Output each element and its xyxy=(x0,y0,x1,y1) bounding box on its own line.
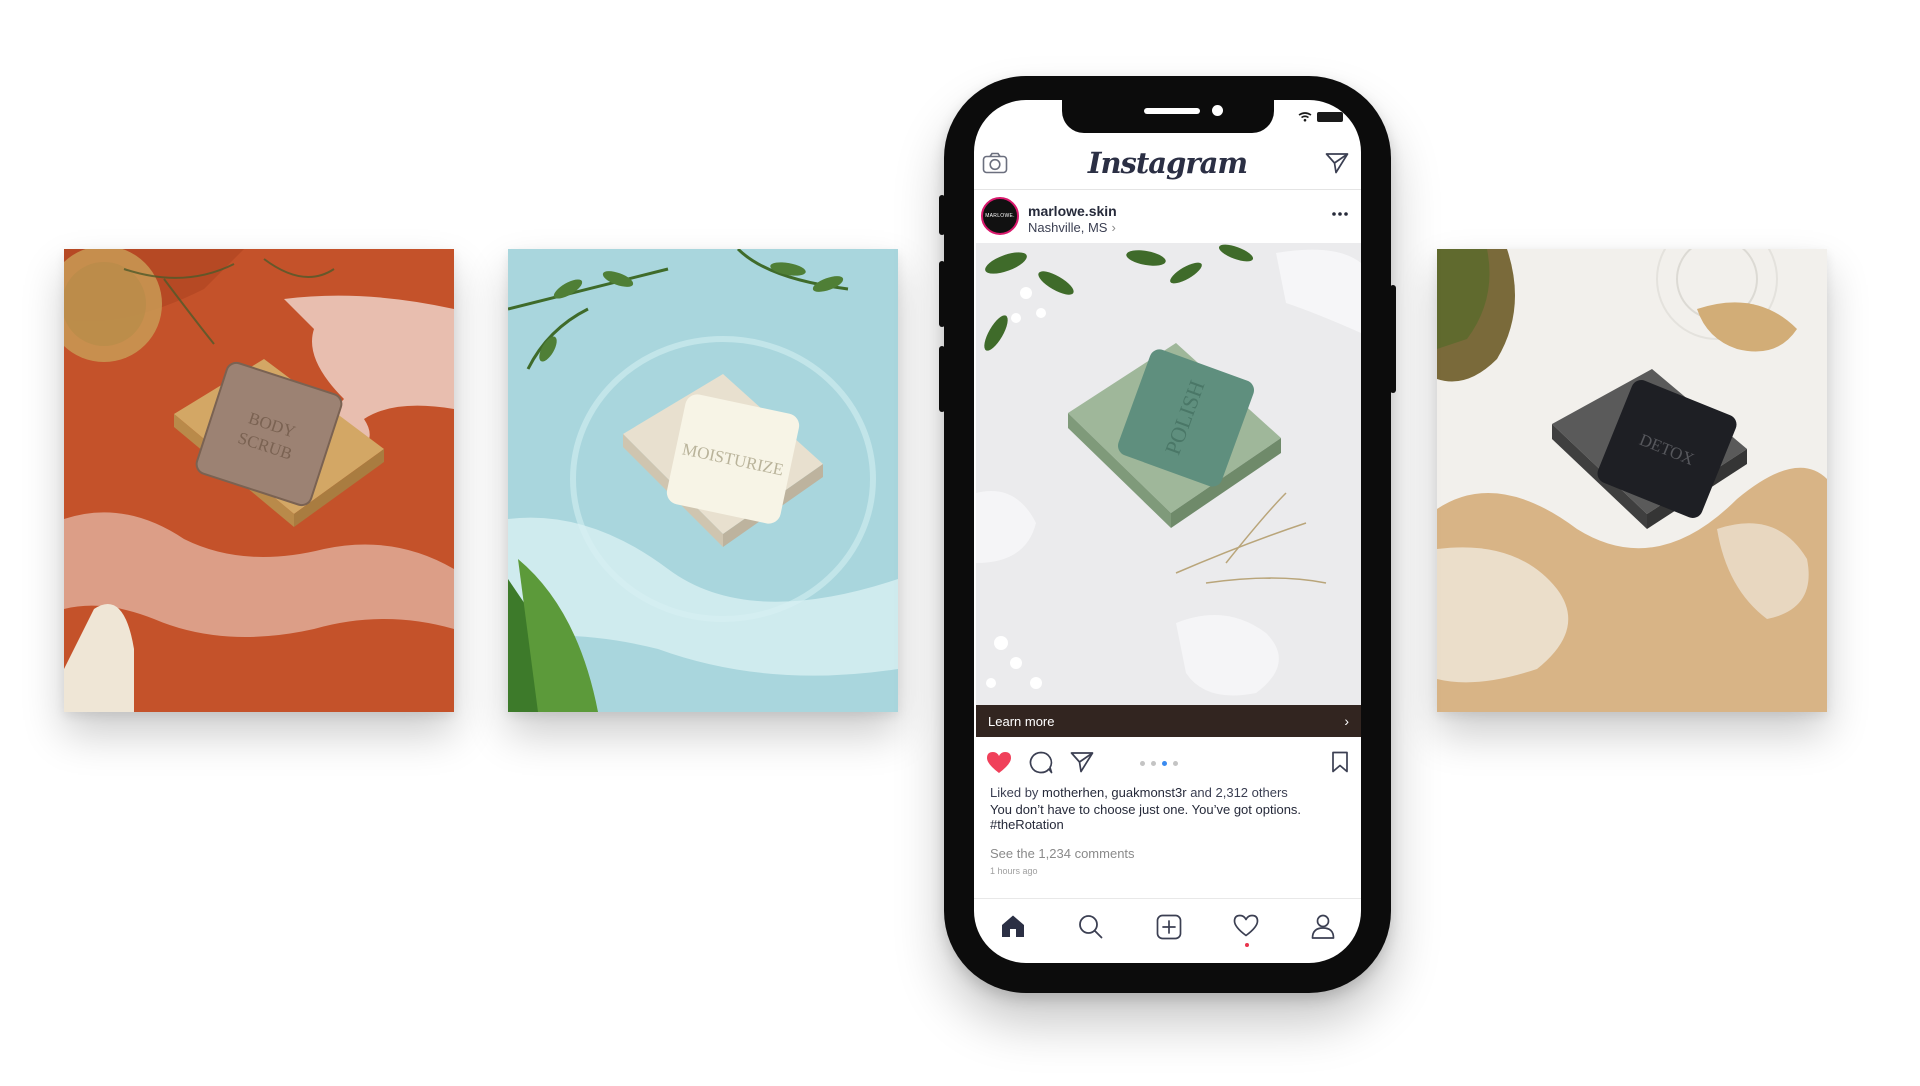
instagram-header: Instagram xyxy=(974,140,1361,190)
activity-notification-dot xyxy=(1245,943,1249,947)
phone-notch xyxy=(1062,100,1274,133)
instagram-logo[interactable]: Instagram xyxy=(974,146,1361,180)
post-timestamp: 1 hours ago xyxy=(990,866,1038,876)
phone-silent-switch xyxy=(939,195,945,235)
home-icon[interactable] xyxy=(1000,914,1026,938)
bookmark-icon[interactable] xyxy=(1331,751,1349,773)
phone-mockup: Instagram MARLOWE. marlowe.skin Nashvill… xyxy=(939,76,1396,993)
post-actions xyxy=(974,745,1361,781)
avatar-text: MARLOWE. xyxy=(985,213,1015,219)
avatar[interactable]: MARLOWE. xyxy=(981,197,1019,235)
comment-icon[interactable] xyxy=(1029,751,1053,774)
post-username[interactable]: marlowe.skin xyxy=(1028,203,1117,219)
carousel-dot xyxy=(1140,761,1145,766)
learn-more-button[interactable]: Learn more › xyxy=(976,705,1361,737)
post-location-text: Nashville, MS xyxy=(1028,220,1108,235)
chevron-right-icon: › xyxy=(1111,220,1116,235)
chevron-right-icon: › xyxy=(1344,713,1349,729)
likes-prefix: Liked by xyxy=(990,785,1039,800)
battery-icon xyxy=(1317,112,1343,122)
carousel-indicator xyxy=(1140,761,1178,766)
product-photo-detox: DETOX xyxy=(1437,249,1827,712)
profile-icon[interactable] xyxy=(1311,914,1335,939)
heart-icon[interactable] xyxy=(986,751,1012,774)
carousel-dot xyxy=(1173,761,1178,766)
likes-summary[interactable]: Liked by motherhen, guakmonst3r and 2,31… xyxy=(990,785,1350,801)
likes-users[interactable]: motherhen, guakmonst3r xyxy=(1042,785,1187,800)
add-post-icon[interactable] xyxy=(1156,914,1182,940)
bottom-navigation xyxy=(974,898,1361,963)
search-icon[interactable] xyxy=(1078,914,1103,939)
front-camera xyxy=(1212,105,1223,116)
product-photo-body-scrub: BODY SCRUB xyxy=(64,249,454,712)
activity-heart-icon[interactable] xyxy=(1233,914,1259,937)
more-options-icon[interactable] xyxy=(1331,211,1349,217)
view-comments-link[interactable]: See the 1,234 comments xyxy=(990,846,1350,862)
post-header: MARLOWE. marlowe.skin Nashville, MS › xyxy=(974,191,1361,243)
post-location[interactable]: Nashville, MS › xyxy=(1028,220,1116,235)
phone-volume-up-button xyxy=(939,261,945,327)
likes-suffix: and 2,312 others xyxy=(1190,785,1288,800)
phone-screen: Instagram MARLOWE. marlowe.skin Nashvill… xyxy=(974,100,1361,963)
product-photo-moisturize: MOISTURIZE xyxy=(508,249,898,712)
phone-volume-down-button xyxy=(939,346,945,412)
carousel-dot xyxy=(1151,761,1156,766)
share-icon[interactable] xyxy=(1070,751,1094,773)
wifi-icon xyxy=(1298,112,1312,122)
phone-power-button xyxy=(1390,285,1396,393)
post-image[interactable]: POLISH xyxy=(976,243,1361,705)
speaker-grille xyxy=(1144,108,1200,114)
carousel-dot-active xyxy=(1162,761,1167,766)
post-hashtag[interactable]: #theRotation xyxy=(990,817,1350,833)
learn-more-label: Learn more xyxy=(988,713,1055,729)
status-bar xyxy=(1298,112,1343,122)
post-caption: You don’t have to choose just one. You’v… xyxy=(990,802,1302,817)
direct-message-icon[interactable] xyxy=(1325,152,1349,174)
